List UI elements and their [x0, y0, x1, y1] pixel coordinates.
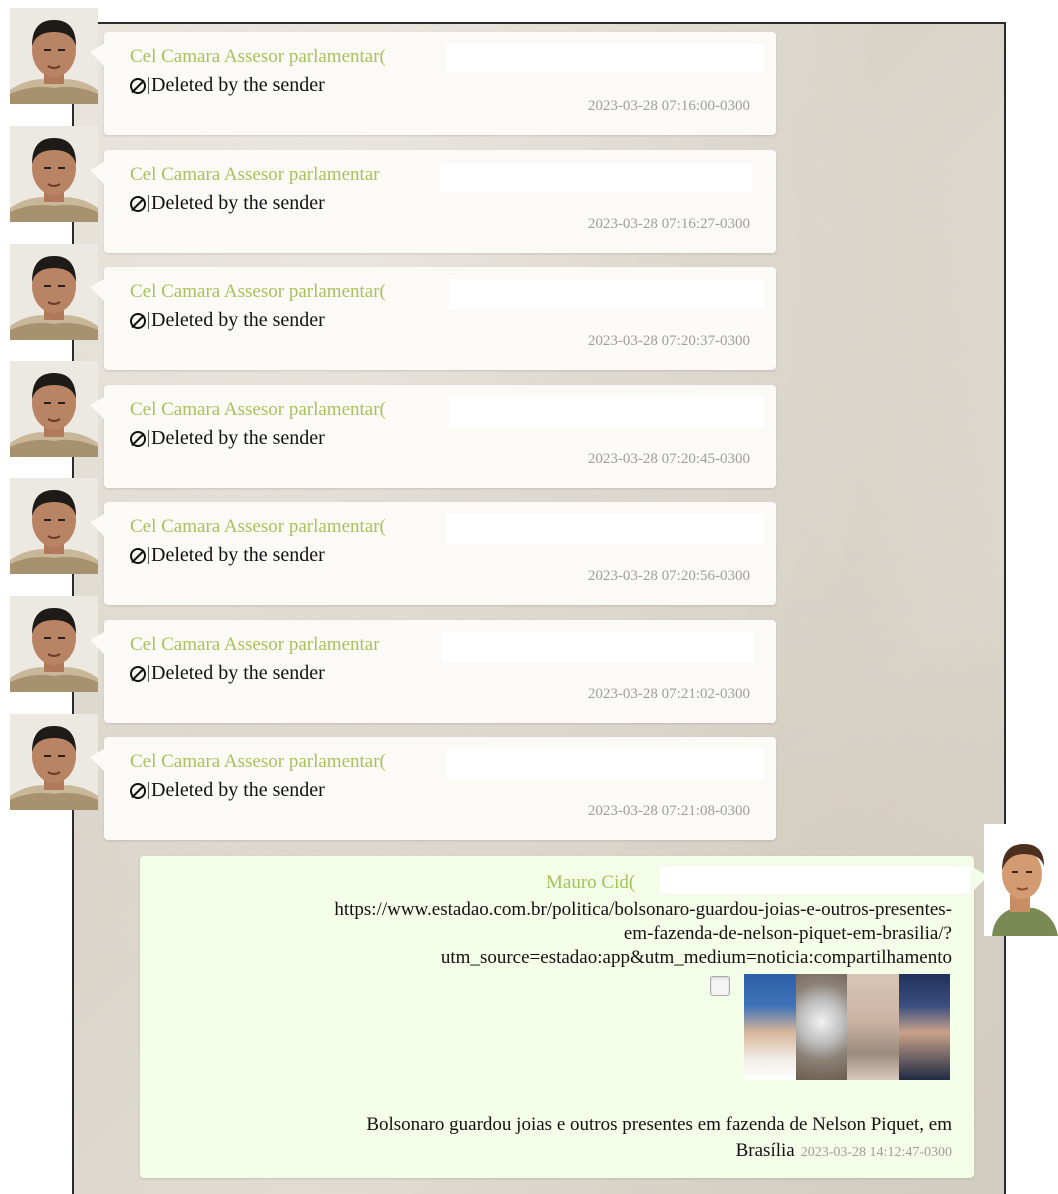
timestamp: 2023-03-28 07:16:27-0300 [587, 216, 750, 232]
divider [148, 77, 149, 94]
ban-icon [130, 77, 146, 94]
deleted-message: Deleted by the sender [130, 309, 325, 332]
deleted-message: Deleted by the sender [130, 662, 325, 685]
message-text: Deleted by the sender [151, 74, 325, 96]
avatar[interactable] [10, 714, 98, 810]
message-bubble[interactable]: Cel Camara Assesor parlamentar( Deleted … [90, 737, 776, 840]
message-bubble[interactable]: Cel Camara Assesor parlamentar( Deleted … [90, 32, 776, 135]
preview-image-person [898, 974, 950, 1080]
link-line: utm_source=estadao:app&utm_medium=notici… [440, 947, 952, 968]
caption-line: Brasília [735, 1140, 795, 1161]
sender-name: Cel Camara Assesor parlamentar [130, 164, 380, 185]
ban-icon [130, 782, 146, 799]
avatar[interactable] [10, 8, 98, 104]
message-text: Deleted by the sender [151, 427, 325, 449]
avatar[interactable] [984, 824, 1058, 936]
ban-icon [130, 312, 146, 329]
message-text: Deleted by the sender [151, 192, 325, 214]
deleted-message: Deleted by the sender [130, 779, 325, 802]
sender-name: Cel Camara Assesor parlamentar( [130, 46, 386, 67]
avatar[interactable] [10, 478, 98, 574]
avatar-person-icon [10, 361, 98, 457]
avatar-person-icon [10, 8, 98, 104]
preview-checkbox[interactable] [710, 976, 730, 996]
redacted-block [442, 632, 754, 662]
link-line: em-fazenda-de-nelson-piquet-em-brasilia/… [623, 923, 952, 944]
link-caption: Bolsonaro guardou joias e outros present… [162, 1112, 952, 1166]
message-text: Deleted by the sender [151, 662, 325, 684]
deleted-message: Deleted by the sender [130, 74, 325, 97]
redacted-block [660, 866, 970, 894]
sender-name: Cel Camara Assesor parlamentar [130, 634, 380, 655]
redacted-block [450, 397, 764, 427]
link-preview-thumbnail[interactable] [744, 974, 950, 1080]
avatar-person-icon [10, 478, 98, 574]
timestamp: 2023-03-28 14:12:47-0300 [800, 1145, 952, 1160]
avatar[interactable] [10, 244, 98, 340]
avatar-person-icon [10, 714, 98, 810]
sender-name: Cel Camara Assesor parlamentar( [130, 516, 386, 537]
ban-icon [130, 430, 146, 447]
divider [148, 430, 149, 447]
timestamp: 2023-03-28 07:20:56-0300 [587, 568, 750, 584]
avatar[interactable] [10, 596, 98, 692]
message-text: Deleted by the sender [151, 544, 325, 566]
ban-icon [130, 547, 146, 564]
deleted-message: Deleted by the sender [130, 427, 325, 450]
message-text: Deleted by the sender [151, 309, 325, 331]
message-bubble[interactable]: Cel Camara Assesor parlamentar Deleted b… [90, 620, 776, 723]
avatar-person-icon [10, 596, 98, 692]
redacted-block [446, 749, 764, 779]
timestamp: 2023-03-28 07:21:02-0300 [587, 686, 750, 702]
timestamp: 2023-03-28 07:21:08-0300 [587, 803, 750, 819]
timestamp: 2023-03-28 07:20:37-0300 [587, 333, 750, 349]
ban-icon [130, 665, 146, 682]
redacted-block [446, 514, 764, 544]
avatar-person-icon [10, 126, 98, 222]
divider [148, 547, 149, 564]
message-bubble[interactable]: Cel Camara Assesor parlamentar( Deleted … [90, 385, 776, 488]
divider [148, 312, 149, 329]
link-line: https://www.estadao.com.br/politica/bols… [334, 899, 952, 920]
avatar-person-icon [10, 244, 98, 340]
message-bubble[interactable]: Cel Camara Assesor parlamentar( Deleted … [90, 267, 776, 370]
deleted-message: Deleted by the sender [130, 192, 325, 215]
sender-name: Cel Camara Assesor parlamentar( [130, 751, 386, 772]
avatar-person-icon [984, 824, 1058, 936]
redacted-block [440, 164, 752, 192]
timestamp: 2023-03-28 07:16:00-0300 [587, 98, 750, 114]
avatar[interactable] [10, 361, 98, 457]
divider [148, 665, 149, 682]
message-text: Deleted by the sender [151, 779, 325, 801]
preview-image-watch [795, 974, 847, 1080]
avatar[interactable] [10, 126, 98, 222]
ban-icon [130, 195, 146, 212]
deleted-message: Deleted by the sender [130, 544, 325, 567]
redacted-block [449, 279, 764, 309]
redacted-block [446, 44, 764, 72]
divider [148, 195, 149, 212]
sender-name: Cel Camara Assesor parlamentar( [130, 399, 386, 420]
message-bubble[interactable]: Cel Camara Assesor parlamentar( Deleted … [90, 502, 776, 605]
outgoing-message-bubble[interactable]: Mauro Cid( https://www.estadao.com.br/po… [140, 856, 988, 1178]
divider [148, 782, 149, 799]
timestamp: 2023-03-28 07:20:45-0300 [587, 451, 750, 467]
sender-name: Mauro Cid( [546, 872, 636, 893]
shared-link[interactable]: https://www.estadao.com.br/politica/bols… [162, 898, 952, 970]
caption-line: Bolsonaro guardou joias e outros present… [366, 1114, 952, 1135]
message-bubble[interactable]: Cel Camara Assesor parlamentar Deleted b… [90, 150, 776, 253]
preview-image-jewelry [847, 974, 899, 1080]
sender-name: Cel Camara Assesor parlamentar( [130, 281, 386, 302]
preview-image-person [744, 974, 796, 1080]
